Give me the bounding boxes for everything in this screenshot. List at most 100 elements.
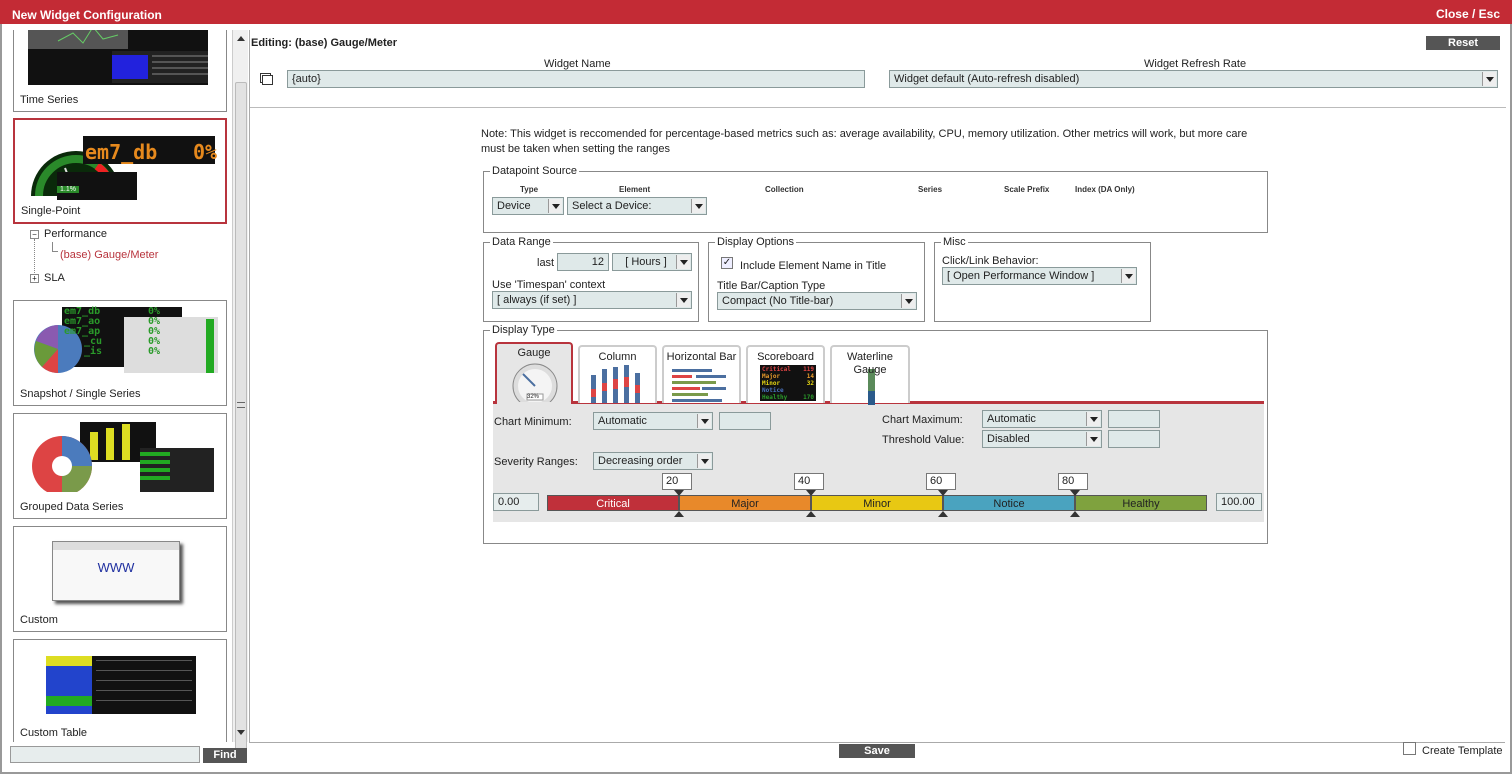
unit-select[interactable]: [ Hours ]	[612, 253, 692, 271]
card-grouped[interactable]: Grouped Data Series	[13, 413, 227, 519]
tab-scoreboard[interactable]: Scoreboard Critical 119 Major 14 Minor 3…	[746, 345, 825, 403]
card-label: Snapshot / Single Series	[20, 388, 141, 400]
threshold-marker-input[interactable]: 80	[1058, 473, 1088, 490]
col-scale-prefix: Scale Prefix	[1004, 185, 1050, 194]
tree-sla[interactable]: SLA	[44, 272, 65, 284]
scoreboard-val: 32	[806, 380, 814, 387]
marker-down-icon[interactable]	[1070, 490, 1080, 496]
card-label: Custom Table	[20, 727, 88, 739]
chevron-down-icon	[697, 414, 711, 428]
chart-max-input[interactable]	[1108, 410, 1160, 428]
scoreboard-val: 14	[806, 373, 814, 380]
card-custom-table[interactable]: Custom Table	[13, 639, 227, 742]
tab-gauge[interactable]: Gauge 32%	[495, 342, 573, 404]
tab-horizontal-bar[interactable]: Horizontal Bar	[662, 345, 741, 403]
range-min-input[interactable]: 0.00	[493, 493, 539, 511]
find-input[interactable]	[10, 746, 200, 763]
marker-up-icon[interactable]	[938, 511, 948, 517]
collapse-icon[interactable]: −	[30, 230, 39, 239]
titlebar-label: Title Bar/Caption Type	[717, 280, 826, 292]
refresh-rate-select[interactable]: Widget default (Auto-refresh disabled)	[889, 70, 1498, 88]
sidebar-scrollbar[interactable]	[232, 30, 248, 762]
threshold-marker-input[interactable]: 40	[794, 473, 824, 490]
tab-label: Gauge	[517, 347, 551, 359]
create-template-checkbox[interactable]	[1403, 742, 1416, 755]
scrollbar-thumb[interactable]	[235, 82, 247, 762]
threshold-marker-input[interactable]: 20	[662, 473, 692, 490]
chart-min-select[interactable]: Automatic	[593, 412, 713, 430]
chevron-down-icon	[676, 293, 690, 307]
threshold-input[interactable]	[1108, 430, 1160, 448]
marker-up-icon[interactable]	[674, 511, 684, 517]
scoreboard-tab-icon: Critical 119 Major 14 Minor 32 Notice He…	[760, 365, 816, 401]
type-select[interactable]: Device	[492, 197, 564, 215]
severity-select[interactable]: Decreasing order	[593, 452, 713, 470]
col-type: Type	[520, 185, 539, 194]
expand-icon[interactable]: +	[30, 274, 39, 283]
chart-min-input[interactable]	[719, 412, 771, 430]
type-value: Device	[497, 200, 531, 212]
include-element-label: Include Element Name in Title	[740, 260, 887, 272]
widget-name-input[interactable]: {auto}	[287, 70, 865, 88]
save-button[interactable]: Save	[839, 744, 915, 758]
card-label: Grouped Data Series	[20, 501, 124, 513]
marker-up-icon[interactable]	[806, 511, 816, 517]
card-snapshot[interactable]: em7_db em7_ao em7_ap _cu _is 0% 0% 0% 0%…	[13, 300, 227, 406]
restore-icon[interactable]	[262, 75, 273, 85]
snapshot-row: _is	[84, 346, 103, 357]
scroll-down-icon[interactable]	[237, 730, 245, 735]
tab-column[interactable]: Column	[578, 345, 657, 403]
severity-segment-critical: Critical	[547, 495, 679, 511]
titlebar-select[interactable]: Compact (No Title-bar)	[717, 292, 917, 310]
custom-table-thumbnail	[46, 656, 196, 714]
card-custom[interactable]: WWW Custom	[13, 526, 227, 632]
col-element: Element	[619, 185, 651, 194]
reset-button[interactable]: Reset	[1426, 36, 1500, 50]
marker-down-icon[interactable]	[674, 490, 684, 496]
close-button[interactable]: Close / Esc	[1436, 7, 1500, 21]
severity-segment-major: Major	[679, 495, 811, 511]
scoreboard-row: Notice	[762, 387, 784, 394]
display-type-legend: Display Type	[492, 324, 555, 336]
threshold-marker-input[interactable]: 60	[926, 473, 956, 490]
note-text: Note: This widget is reccomended for per…	[481, 128, 1248, 155]
timespan-label: Use 'Timespan' context	[492, 279, 606, 291]
click-behavior-value: [ Open Performance Window ]	[947, 270, 1095, 282]
chart-max-select[interactable]: Automatic	[982, 410, 1102, 428]
scoreboard-row: Minor	[762, 380, 781, 387]
threshold-label: Threshold Value:	[882, 434, 965, 446]
scoreboard-row: Major	[762, 373, 781, 380]
unit-value: [ Hours ]	[625, 256, 667, 268]
display-options-legend: Display Options	[717, 236, 795, 248]
last-input[interactable]: 12	[557, 253, 609, 271]
severity-segment-healthy: Healthy	[1075, 495, 1207, 511]
thumb-db-name: em7_db	[85, 140, 158, 164]
tab-label: Column	[598, 351, 637, 363]
include-element-checkbox[interactable]: ✓	[721, 257, 733, 269]
tree-performance[interactable]: Performance	[44, 228, 107, 240]
marker-down-icon[interactable]	[938, 490, 948, 496]
tab-waterline-gauge[interactable]: Waterline Gauge	[830, 345, 910, 405]
timespan-select[interactable]: [ always (if set) ]	[492, 291, 692, 309]
find-button[interactable]: Find	[203, 748, 247, 763]
scroll-up-icon[interactable]	[237, 36, 245, 41]
tab-label: Waterline Gauge	[846, 351, 894, 376]
element-select[interactable]: Select a Device:	[567, 197, 707, 215]
tree-selected-item[interactable]: (base) Gauge/Meter	[60, 249, 158, 261]
marker-down-icon[interactable]	[806, 490, 816, 496]
card-single-point[interactable]: em7_db 0% 1.1% Single-Point	[13, 118, 227, 224]
create-template-label: Create Template	[1422, 745, 1503, 757]
severity-value: Decreasing order	[598, 455, 683, 467]
scoreboard-row: Critical	[762, 366, 791, 373]
severity-label: Severity Ranges:	[494, 456, 578, 468]
severity-segment-minor: Minor	[811, 495, 943, 511]
card-time-series[interactable]: Time Series	[13, 30, 227, 112]
range-max-input[interactable]: 100.00	[1216, 493, 1262, 511]
snapshot-pct: 0%	[148, 346, 161, 357]
thumb-gauge-value: 1.1%	[57, 186, 79, 193]
misc-legend: Misc	[943, 236, 966, 248]
single-point-thumbnail: em7_db 0% 1.1%	[25, 134, 217, 200]
marker-up-icon[interactable]	[1070, 511, 1080, 517]
click-behavior-select[interactable]: [ Open Performance Window ]	[942, 267, 1137, 285]
threshold-select[interactable]: Disabled	[982, 430, 1102, 448]
